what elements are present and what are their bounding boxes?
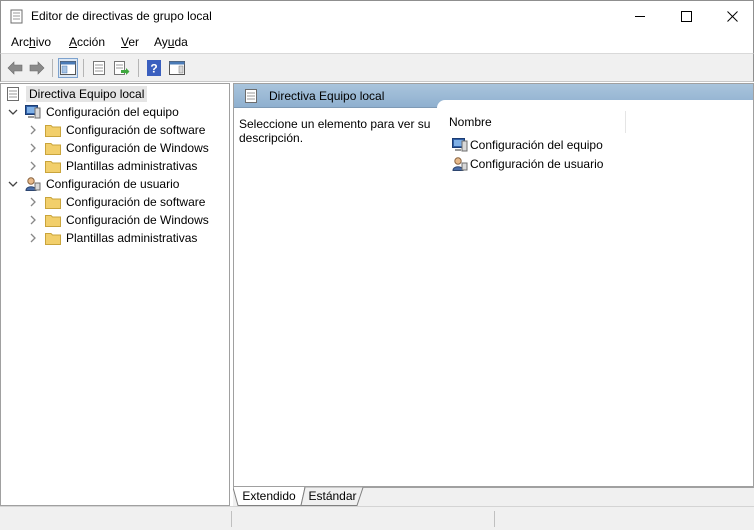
properties-icon [93, 61, 105, 75]
folder-icon [45, 123, 61, 137]
view-tabs: Extendido Estándar [233, 487, 754, 506]
export-list-button[interactable] [112, 58, 132, 78]
tree-item-label: Plantillas administrativas [66, 159, 198, 173]
tree-item-user-admin-templates[interactable]: Plantillas administrativas [27, 229, 197, 247]
details-pane: Directiva Equipo local Seleccione un ele… [233, 83, 754, 487]
tree-item-label: Plantillas administrativas [66, 231, 198, 245]
computer-icon [25, 105, 41, 119]
tree-item-label: Configuración de usuario [46, 177, 180, 191]
tree-item-label: Configuración de software [66, 123, 206, 137]
user-icon [452, 157, 468, 171]
tab-standard[interactable]: Estándar [305, 487, 360, 505]
tree-root-label: Directiva Equipo local [26, 86, 148, 102]
show-action-pane-button[interactable] [167, 58, 187, 78]
tab-extended[interactable]: Extendido [239, 487, 299, 505]
folder-icon [45, 195, 61, 209]
maximize-button[interactable] [663, 1, 709, 31]
menu-archivo[interactable]: Archivo [11, 35, 51, 49]
status-divider [231, 511, 232, 527]
list-item-user-configuration[interactable]: Configuración de usuario [452, 155, 603, 173]
svg-text:?: ? [150, 62, 157, 76]
minimize-button[interactable] [617, 1, 663, 31]
expanded-chevron-icon[interactable] [7, 106, 19, 118]
tree-root-item[interactable]: Directiva Equipo local [5, 85, 148, 103]
policy-document-icon [5, 87, 21, 101]
tree-item-computer-configuration[interactable]: Configuración del equipo [7, 103, 179, 121]
items-list: Nombre Configuración del equipo Configur… [437, 100, 753, 486]
list-item-computer-configuration[interactable]: Configuración del equipo [452, 136, 603, 154]
tree-item-computer-admin-templates[interactable]: Plantillas administrativas [27, 157, 197, 175]
column-header-name[interactable]: Nombre [449, 115, 492, 129]
collapsed-chevron-icon[interactable] [27, 232, 39, 244]
title-bar: Editor de directivas de grupo local [0, 0, 754, 31]
toolbar-separator [138, 59, 139, 77]
folder-icon [45, 231, 61, 245]
details-header-title: Directiva Equipo local [269, 89, 385, 103]
menu-ayuda[interactable]: Ayuda [154, 35, 188, 49]
tree-item-label: Configuración de Windows [66, 141, 209, 155]
toolbar-separator [83, 59, 84, 77]
toolbar-separator [52, 59, 53, 77]
column-divider[interactable] [625, 111, 626, 133]
back-icon [7, 61, 23, 75]
minimize-icon [634, 15, 645, 17]
description-area: Seleccione un elemento para ver su descr… [234, 108, 437, 486]
expanded-chevron-icon[interactable] [7, 178, 19, 190]
collapsed-chevron-icon[interactable] [27, 196, 39, 208]
user-icon [25, 177, 41, 191]
list-item-label: Configuración del equipo [470, 138, 603, 152]
menu-accion[interactable]: Acción [69, 35, 105, 49]
show-hide-tree-icon [60, 61, 76, 75]
export-list-icon [114, 61, 130, 75]
tree-item-user-windows-settings[interactable]: Configuración de Windows [27, 211, 209, 229]
description-text: Seleccione un elemento para ver su descr… [239, 117, 431, 145]
forward-button[interactable] [27, 58, 47, 78]
tree-item-label: Configuración del equipo [46, 105, 179, 119]
toolbar: ? [0, 53, 754, 82]
tree-pane: Directiva Equipo local Configuración del… [0, 83, 230, 506]
collapsed-chevron-icon[interactable] [27, 214, 39, 226]
show-hide-tree-button[interactable] [58, 58, 78, 78]
forward-icon [29, 61, 45, 75]
tree-item-computer-software-settings[interactable]: Configuración de software [27, 121, 205, 139]
computer-icon [452, 138, 468, 152]
policy-document-icon [245, 89, 257, 106]
help-icon: ? [147, 60, 161, 76]
menu-bar: Archivo Acción Ver Ayuda [0, 31, 754, 53]
tree-item-label: Configuración de Windows [66, 213, 209, 227]
tree-item-label: Configuración de software [66, 195, 206, 209]
properties-button[interactable] [89, 58, 109, 78]
folder-icon [45, 159, 61, 173]
tree-item-user-software-settings[interactable]: Configuración de software [27, 193, 205, 211]
maximize-icon [680, 10, 692, 22]
collapsed-chevron-icon[interactable] [27, 142, 39, 154]
help-button[interactable]: ? [144, 58, 164, 78]
close-button[interactable] [709, 1, 754, 31]
list-item-label: Configuración de usuario [470, 157, 604, 171]
show-action-pane-icon [169, 61, 185, 75]
back-button[interactable] [5, 58, 25, 78]
status-divider [494, 511, 495, 527]
collapsed-chevron-icon[interactable] [27, 160, 39, 172]
window-title: Editor de directivas de grupo local [31, 9, 212, 23]
close-icon [726, 10, 738, 22]
tree-item-computer-windows-settings[interactable]: Configuración de Windows [27, 139, 209, 157]
collapsed-chevron-icon[interactable] [27, 124, 39, 136]
folder-icon [45, 213, 61, 227]
policy-editor-app-icon [10, 9, 23, 24]
menu-ver[interactable]: Ver [121, 35, 139, 49]
tree-item-user-configuration[interactable]: Configuración de usuario [7, 175, 179, 193]
status-bar [0, 506, 754, 530]
folder-icon [45, 141, 61, 155]
